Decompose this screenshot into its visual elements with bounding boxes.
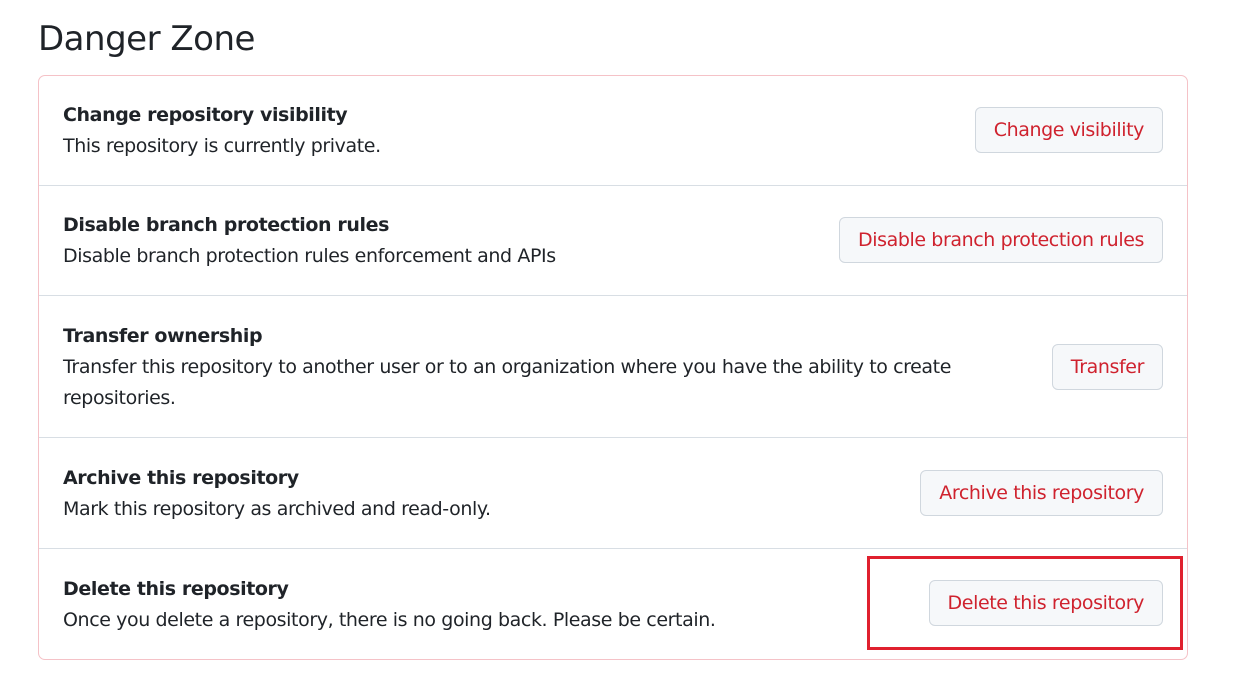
danger-row-disable-branch-protection: Disable branch protection rules Disable … — [39, 186, 1187, 296]
row-title: Archive this repository — [63, 467, 299, 489]
row-text: Transfer ownership Transfer this reposit… — [63, 323, 993, 414]
danger-row-transfer-ownership: Transfer ownership Transfer this reposit… — [39, 296, 1187, 438]
transfer-button[interactable]: Transfer — [1051, 344, 1163, 390]
row-description: Disable branch protection rules enforcem… — [63, 245, 556, 267]
danger-zone-box: Change repository visibility This reposi… — [38, 75, 1188, 660]
row-text: Change repository visibility This reposi… — [63, 102, 381, 162]
row-title: Transfer ownership — [63, 325, 263, 347]
row-description: This repository is currently private. — [63, 135, 381, 157]
disable-branch-protection-button[interactable]: Disable branch protection rules — [838, 217, 1163, 263]
row-title: Disable branch protection rules — [63, 214, 390, 236]
row-description-line: Transfer this repository to another user… — [63, 356, 952, 378]
page-title: Danger Zone — [38, 19, 255, 59]
row-title: Delete this repository — [63, 578, 289, 600]
row-description: Once you delete a repository, there is n… — [63, 609, 716, 631]
danger-row-archive: Archive this repository Mark this reposi… — [39, 438, 1187, 549]
change-visibility-button[interactable]: Change visibility — [974, 107, 1163, 153]
danger-row-change-visibility: Change repository visibility This reposi… — [39, 76, 1187, 186]
row-description: Mark this repository as archived and rea… — [63, 498, 491, 520]
danger-row-delete: Delete this repository Once you delete a… — [39, 549, 1187, 659]
delete-repository-button[interactable]: Delete this repository — [928, 580, 1163, 626]
row-description-line: repositories. — [63, 387, 176, 409]
row-description: Transfer this repository to another user… — [63, 352, 993, 414]
row-text: Archive this repository Mark this reposi… — [63, 465, 491, 525]
row-text: Delete this repository Once you delete a… — [63, 576, 716, 636]
row-title: Change repository visibility — [63, 104, 348, 126]
archive-repository-button[interactable]: Archive this repository — [920, 470, 1163, 516]
row-text: Disable branch protection rules Disable … — [63, 212, 556, 272]
